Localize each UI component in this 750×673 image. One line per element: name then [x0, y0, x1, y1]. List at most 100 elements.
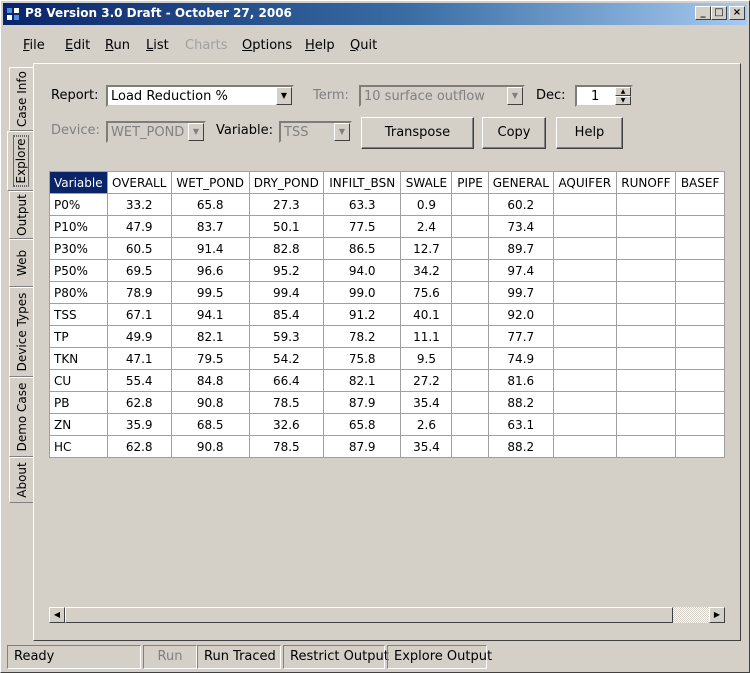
table-cell[interactable]: 62.8 [106, 391, 172, 414]
table-cell[interactable] [675, 215, 725, 238]
table-cell[interactable]: 78.5 [248, 435, 325, 458]
table-cell[interactable] [615, 281, 677, 304]
scroll-thumb[interactable] [65, 607, 673, 623]
table-cell[interactable]: 87.9 [323, 435, 402, 458]
table-cell[interactable]: 50.1 [248, 215, 325, 238]
table-cell[interactable]: 65.8 [323, 413, 402, 436]
column-header-variable[interactable]: Variable [49, 171, 108, 194]
table-cell[interactable] [675, 347, 725, 370]
table-cell[interactable]: 62.8 [106, 435, 172, 458]
table-cell[interactable]: 73.4 [487, 215, 554, 238]
table-row[interactable]: HC 62.8 90.8 78.5 87.9 35.4 88.2 [49, 435, 725, 458]
table-cell[interactable] [615, 325, 677, 348]
table-row[interactable]: P80% 78.9 99.5 99.4 99.0 75.6 99.7 [49, 281, 725, 304]
table-cell[interactable] [675, 237, 725, 260]
table-row[interactable]: P10% 47.9 83.7 50.1 77.5 2.4 73.4 [49, 215, 725, 238]
column-header[interactable]: DRY_POND [248, 171, 325, 194]
table-cell[interactable]: 78.2 [323, 325, 402, 348]
menu-run[interactable]: Run [105, 38, 130, 53]
table-cell[interactable] [675, 259, 725, 282]
table-cell[interactable]: 82.1 [323, 369, 402, 392]
status-run-button[interactable]: Run [143, 645, 197, 669]
table-cell[interactable] [675, 435, 725, 458]
table-cell[interactable]: 87.9 [323, 391, 402, 414]
table-cell[interactable]: 86.5 [323, 237, 402, 260]
menu-file[interactable]: File [23, 38, 45, 53]
table-cell[interactable]: 81.6 [487, 369, 554, 392]
column-header[interactable]: PIPE [451, 171, 489, 194]
table-cell[interactable] [451, 281, 489, 304]
table-cell[interactable]: 99.4 [248, 281, 325, 304]
row-label[interactable]: TKN [49, 347, 108, 370]
table-cell[interactable] [615, 391, 677, 414]
table-cell[interactable]: 2.4 [400, 215, 453, 238]
spin-down-icon[interactable]: ▼ [615, 96, 631, 105]
table-cell[interactable]: 11.1 [400, 325, 453, 348]
row-label[interactable]: P10% [49, 215, 108, 238]
table-cell[interactable]: 85.4 [248, 303, 325, 326]
table-cell[interactable]: 69.5 [106, 259, 172, 282]
table-cell[interactable] [675, 193, 725, 216]
table-cell[interactable]: 83.7 [170, 215, 250, 238]
table-cell[interactable]: 96.6 [170, 259, 250, 282]
row-label[interactable]: HC [49, 435, 108, 458]
menu-list[interactable]: List [146, 38, 169, 53]
device-select[interactable]: WET_POND ▼ [106, 121, 206, 143]
status-explore-output-button[interactable]: Explore Output [387, 645, 492, 669]
table-cell[interactable]: 66.4 [248, 369, 325, 392]
table-cell[interactable]: 97.4 [487, 259, 554, 282]
table-cell[interactable]: 79.5 [170, 347, 250, 370]
menu-charts[interactable]: Charts [185, 38, 228, 53]
column-header[interactable]: BASEF [675, 171, 725, 194]
row-label[interactable]: TP [49, 325, 108, 348]
table-cell[interactable]: 12.7 [400, 237, 453, 260]
table-cell[interactable]: 94.0 [323, 259, 402, 282]
table-row[interactable]: P0% 33.2 65.8 27.3 63.3 0.9 60.2 [49, 193, 725, 216]
table-cell[interactable]: 27.3 [248, 193, 325, 216]
table-row[interactable]: CU 55.4 84.8 66.4 82.1 27.2 81.6 [49, 369, 725, 392]
table-cell[interactable]: 32.6 [248, 413, 325, 436]
table-cell[interactable]: 91.2 [323, 303, 402, 326]
table-cell[interactable]: 89.7 [487, 237, 554, 260]
row-label[interactable]: TSS [49, 303, 108, 326]
table-cell[interactable] [451, 435, 489, 458]
row-label[interactable]: P30% [49, 237, 108, 260]
table-cell[interactable]: 40.1 [400, 303, 453, 326]
table-cell[interactable]: 78.5 [248, 391, 325, 414]
table-cell[interactable] [615, 259, 677, 282]
table-cell[interactable]: 60.5 [106, 237, 172, 260]
table-cell[interactable]: 63.1 [487, 413, 554, 436]
tab-web[interactable]: Web [9, 239, 33, 287]
status-run-traced-button[interactable]: Run Traced [197, 645, 281, 669]
table-cell[interactable] [451, 193, 489, 216]
table-cell[interactable] [451, 237, 489, 260]
table-cell[interactable] [615, 369, 677, 392]
table-cell[interactable]: 2.6 [400, 413, 453, 436]
table-cell[interactable] [552, 303, 617, 326]
table-cell[interactable]: 90.8 [170, 435, 250, 458]
column-header[interactable]: OVERALL [106, 171, 172, 194]
table-cell[interactable]: 88.2 [487, 391, 554, 414]
report-select[interactable]: Load Reduction % ▼ [106, 85, 294, 107]
table-cell[interactable] [675, 413, 725, 436]
table-cell[interactable]: 27.2 [400, 369, 453, 392]
table-cell[interactable] [615, 215, 677, 238]
tab-demo-case[interactable]: Demo Case [9, 377, 33, 457]
table-cell[interactable]: 99.7 [487, 281, 554, 304]
table-cell[interactable] [615, 347, 677, 370]
column-header[interactable]: SWALE [400, 171, 453, 194]
table-row[interactable]: ZN 35.9 68.5 32.6 65.8 2.6 63.1 [49, 413, 725, 436]
table-cell[interactable]: 60.2 [487, 193, 554, 216]
table-row[interactable]: TP 49.9 82.1 59.3 78.2 11.1 77.7 [49, 325, 725, 348]
copy-button[interactable]: Copy [482, 117, 546, 149]
table-cell[interactable]: 54.2 [248, 347, 325, 370]
table-cell[interactable] [451, 303, 489, 326]
column-header[interactable]: GENERAL [487, 171, 554, 194]
table-cell[interactable]: 92.0 [487, 303, 554, 326]
table-cell[interactable]: 99.5 [170, 281, 250, 304]
table-cell[interactable]: 0.9 [400, 193, 453, 216]
table-cell[interactable] [552, 193, 617, 216]
table-cell[interactable]: 33.2 [106, 193, 172, 216]
table-cell[interactable]: 34.2 [400, 259, 453, 282]
table-cell[interactable]: 88.2 [487, 435, 554, 458]
